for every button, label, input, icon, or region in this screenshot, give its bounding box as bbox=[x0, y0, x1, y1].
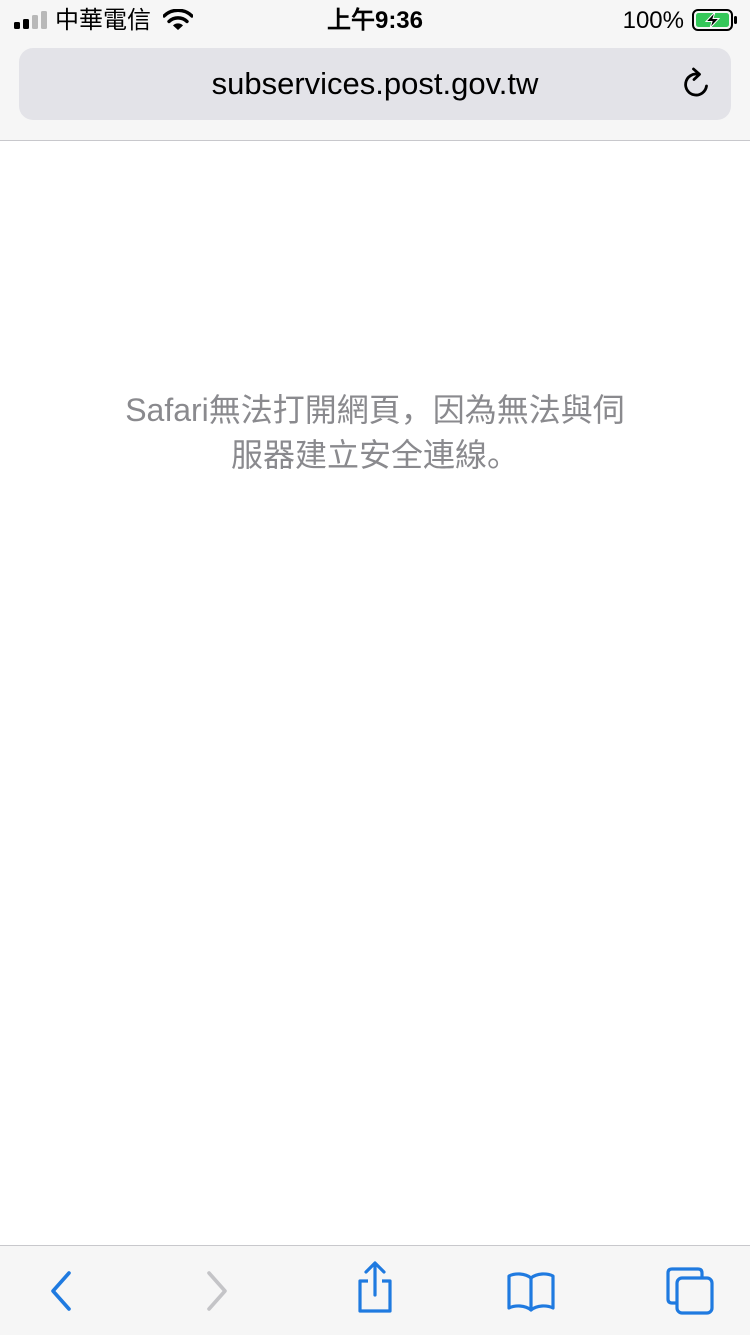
tabs-button[interactable] bbox=[665, 1266, 715, 1316]
error-message: Safari無法打開網頁，因為無法與伺 服器建立安全連線。 bbox=[75, 388, 675, 478]
bookmarks-button[interactable] bbox=[506, 1266, 556, 1316]
forward-button[interactable] bbox=[192, 1266, 242, 1316]
battery-percent: 100% bbox=[622, 7, 684, 34]
top-chrome: 中華電信 上午9:36 100% subservices.post.gov.tw bbox=[0, 0, 750, 141]
chevron-right-icon bbox=[207, 1271, 227, 1311]
book-icon bbox=[507, 1272, 555, 1312]
address-bar[interactable]: subservices.post.gov.tw bbox=[19, 48, 731, 120]
bottom-toolbar bbox=[0, 1245, 750, 1335]
url-text[interactable]: subservices.post.gov.tw bbox=[19, 48, 731, 120]
share-button[interactable] bbox=[350, 1261, 400, 1313]
reload-icon[interactable] bbox=[679, 66, 715, 102]
back-button[interactable] bbox=[36, 1266, 86, 1316]
chevron-left-icon bbox=[51, 1271, 71, 1311]
status-bar: 中華電信 上午9:36 100% bbox=[0, 0, 750, 40]
battery-charging-icon bbox=[692, 9, 737, 31]
tabs-icon bbox=[666, 1267, 714, 1315]
error-message-line-1: Safari無法打開網頁，因為無法與伺 bbox=[125, 392, 625, 428]
error-message-line-2: 服器建立安全連線。 bbox=[230, 437, 519, 473]
share-icon bbox=[358, 1261, 392, 1313]
